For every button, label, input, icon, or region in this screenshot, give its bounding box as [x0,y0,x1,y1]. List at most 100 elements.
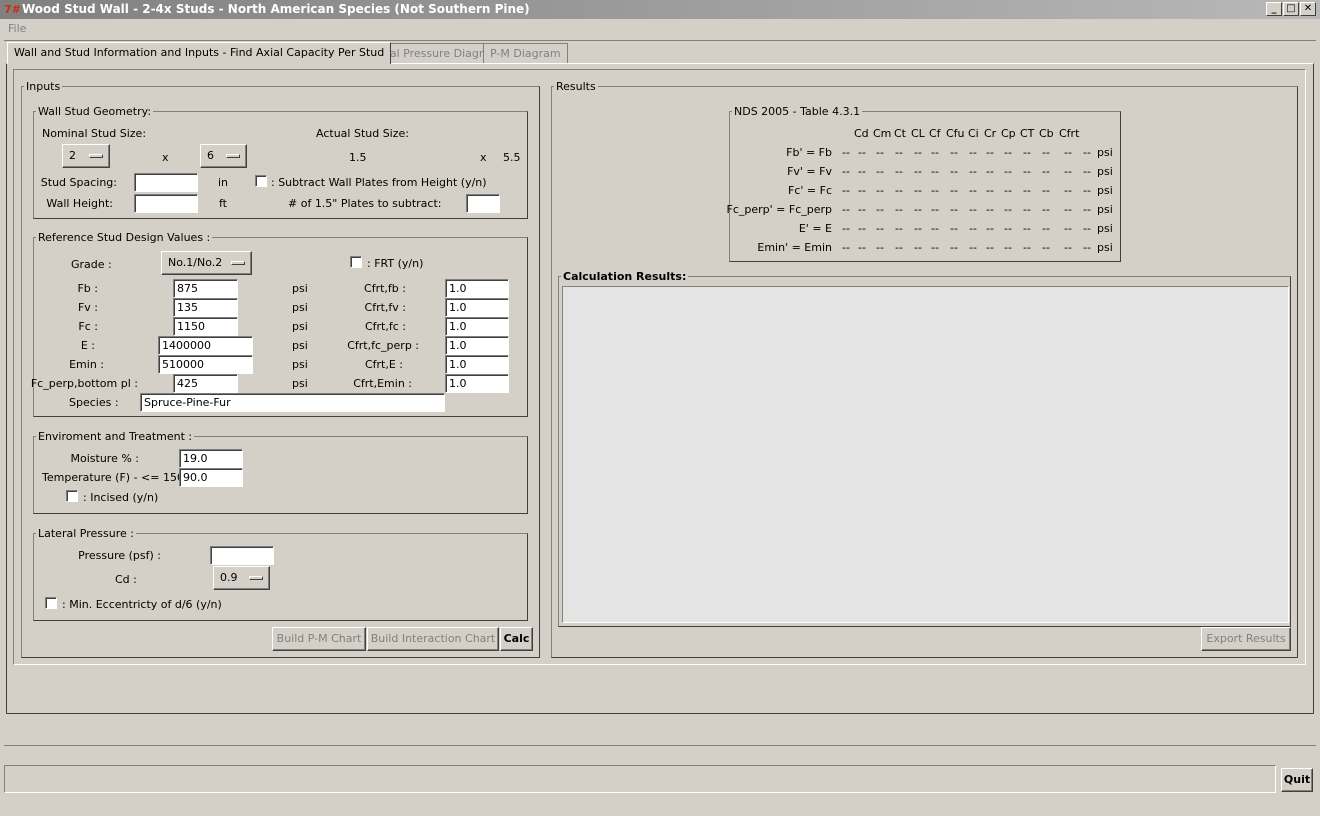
export-results-button[interactable]: Export Results [1201,627,1291,651]
nds-cell: -- [1023,222,1031,235]
nds-cell: -- [931,165,939,178]
nds-cell: -- [1042,146,1050,159]
menu-file[interactable]: File [8,22,26,35]
plates-input[interactable] [466,194,500,213]
nds-cell: -- [986,146,994,159]
fc-perp-bottom-label: Fc_perp,bottom pl : [30,377,138,390]
cfrt-fc-perp-input[interactable]: 1.0 [445,336,509,355]
dropdown-icon [231,261,245,265]
nds-cell: -- [876,203,884,216]
build-interaction-chart-button[interactable]: Build Interaction Chart [367,627,499,651]
nds-cell: -- [931,222,939,235]
fc-label: Fc : [78,320,98,333]
nds-cell: -- [1064,222,1072,235]
nds-cell: -- [895,146,903,159]
nds-header: Ct [894,127,906,140]
build-pm-chart-button[interactable]: Build P-M Chart [272,627,366,651]
nds-cell: -- [876,184,884,197]
nds-row-label: Fv' = Fv [787,165,832,178]
nds-cell: -- [931,203,939,216]
eccentricity-checkbox[interactable] [45,597,57,609]
wall-height-input[interactable] [134,194,198,213]
moisture-input[interactable]: 19.0 [179,449,243,468]
nds-cell: -- [1083,241,1091,254]
grade-dropdown[interactable]: No.1/No.2 [161,251,252,275]
nds-cell: -- [1064,146,1072,159]
close-icon[interactable]: ✕ [1300,2,1316,16]
dropdown-icon [226,154,240,158]
cfrt-fc-input[interactable]: 1.0 [445,317,509,336]
calc-button[interactable]: Calc [500,627,533,651]
nds-cell: -- [1023,203,1031,216]
nds-cell: -- [895,184,903,197]
nds-cell: -- [950,165,958,178]
pressure-input[interactable] [210,546,274,565]
cfrt-emin-input[interactable]: 1.0 [445,374,509,393]
nominal-depth-dropdown[interactable]: 6 [200,144,247,168]
cfrt-e-input[interactable]: 1.0 [445,355,509,374]
status-bar [4,765,1276,793]
cd-dropdown[interactable]: 0.9 [213,566,270,590]
times-sign: x [480,151,487,164]
cfrt-e-label: Cfrt,E : [364,358,403,371]
stud-spacing-label: Stud Spacing: [40,176,117,189]
fc-perp-unit: psi [292,377,308,390]
fc-perp-bottom-input[interactable]: 425 [173,374,238,393]
nds-cell: -- [842,146,850,159]
frt-checkbox[interactable] [350,256,362,268]
cfrt-fv-input[interactable]: 1.0 [445,298,509,317]
nominal-width-dropdown[interactable]: 2 [62,144,110,168]
fv-input[interactable]: 135 [173,298,238,317]
nds-cell: -- [876,222,884,235]
calc-results-output[interactable] [562,286,1289,623]
nds-cell: -- [950,222,958,235]
tab-pm-diagram[interactable]: P-M Diagram [483,43,568,64]
temperature-input[interactable]: 90.0 [179,468,243,487]
fc-input[interactable]: 1150 [173,317,238,336]
emin-input[interactable]: 510000 [158,355,253,374]
times-sign: x [162,151,169,164]
e-input[interactable]: 1400000 [158,336,253,355]
maximize-icon[interactable]: □ [1283,2,1299,16]
nds-cell: -- [914,222,922,235]
incised-checkbox[interactable] [66,490,78,502]
title-bar: 7# Wood Stud Wall - 2-4x Studs - North A… [0,0,1320,19]
cfrt-emin-label: Cfrt,Emin : [353,377,412,390]
minimize-icon[interactable]: _ [1266,2,1282,16]
quit-button[interactable]: Quit [1281,768,1313,792]
cd-label: Cd : [115,573,137,586]
nds-cell: -- [858,241,866,254]
nds-row-label: Emin' = Emin [757,241,832,254]
nds-cell: -- [969,222,977,235]
nds-cell: -- [1042,165,1050,178]
tab-inputs[interactable]: Wall and Stud Information and Inputs - F… [7,42,392,64]
species-input[interactable]: Spruce-Pine-Fur [140,393,445,412]
nds-cell: -- [1042,222,1050,235]
nds-header: Ci [968,127,979,140]
nds-unit: psi [1097,241,1113,254]
nds-cell: -- [1004,165,1012,178]
nds-cell: -- [950,241,958,254]
e-label: E : [80,339,95,352]
reference-legend: Reference Stud Design Values : [38,231,211,244]
spacing-unit: in [218,176,229,189]
nds-cell: -- [842,184,850,197]
subtract-plates-checkbox[interactable] [255,175,267,187]
nds-header: Cp [1001,127,1016,140]
fb-input[interactable]: 875 [173,279,238,298]
nds-cell: -- [914,165,922,178]
nds-cell: -- [895,203,903,216]
results-legend: Results [556,80,596,93]
cfrt-fb-input[interactable]: 1.0 [445,279,509,298]
stud-spacing-input[interactable] [134,173,198,192]
nds-cell: -- [969,203,977,216]
height-unit: ft [219,197,227,210]
app-logo-icon: 7# [4,3,21,16]
nds-cell: -- [895,222,903,235]
nds-unit: psi [1097,184,1113,197]
grade-value: No.1/No.2 [168,256,223,269]
nds-cell: -- [1004,146,1012,159]
nds-cell: -- [1023,146,1031,159]
nds-unit: psi [1097,203,1113,216]
nds-unit: psi [1097,146,1113,159]
